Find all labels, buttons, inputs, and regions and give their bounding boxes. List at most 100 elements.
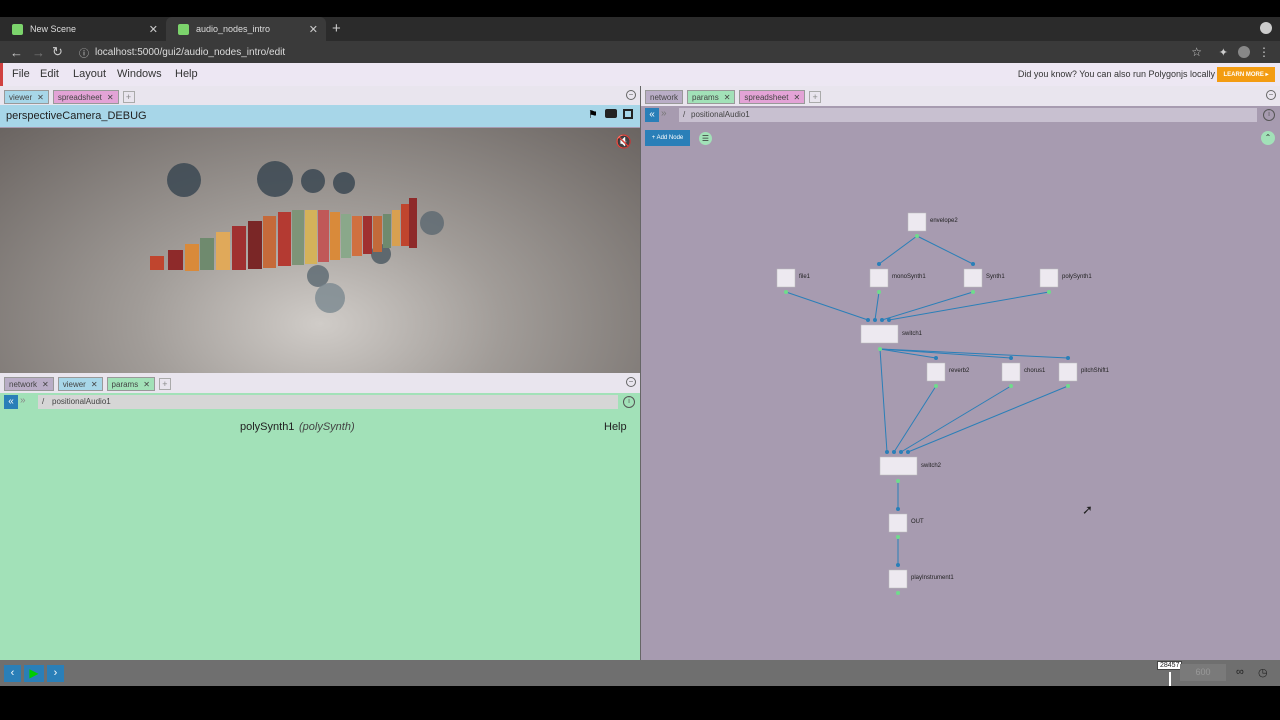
tab-label: viewer: [9, 92, 33, 102]
node-pitchshift1[interactable]: pitchShift1: [1081, 368, 1109, 374]
close-tab-icon[interactable]: ✕: [309, 23, 318, 36]
close-icon[interactable]: ✕: [91, 380, 98, 389]
params-path-bar: « » / positionalAudio1 i: [0, 393, 640, 412]
menu-file[interactable]: File: [12, 68, 30, 80]
panel-divider[interactable]: [640, 86, 641, 660]
help-link[interactable]: Help: [604, 421, 627, 433]
tab-network[interactable]: network: [645, 90, 684, 104]
forward-icon[interactable]: »: [20, 395, 26, 406]
browser-tab-new-scene[interactable]: New Scene ✕: [0, 17, 166, 41]
node-switch2[interactable]: switch2: [921, 463, 941, 469]
path-separator: /: [683, 110, 686, 119]
profile-menu-icon[interactable]: [1260, 22, 1272, 34]
tab-network[interactable]: network ✕: [4, 377, 54, 391]
browser-tab-title: New Scene: [30, 24, 77, 34]
next-frame-button[interactable]: ›: [47, 665, 64, 682]
flag-icon[interactable]: ⚑: [588, 108, 598, 121]
params-panel: polySynth1 (polySynth) Help: [0, 412, 640, 660]
panel-collapse-icon[interactable]: −: [626, 90, 636, 100]
node-envelope2[interactable]: envelope2: [930, 218, 958, 224]
node-name: polySynth1: [240, 421, 295, 433]
polygonjs-favicon-icon: [178, 23, 189, 35]
back-icon[interactable]: «: [645, 108, 659, 122]
menu-help[interactable]: Help: [175, 68, 198, 80]
close-tab-icon[interactable]: ✕: [149, 23, 158, 36]
new-tab-button[interactable]: +: [332, 17, 341, 41]
right-tabs: network params ✕ spreadsheet ✕ +: [641, 87, 822, 107]
clock-icon[interactable]: ◷: [1258, 666, 1268, 679]
node-chorus1[interactable]: chorus1: [1024, 368, 1045, 374]
info-icon[interactable]: i: [623, 396, 635, 408]
forward-icon[interactable]: »: [661, 108, 667, 119]
node-synth1[interactable]: Synth1: [986, 274, 1005, 280]
network-path-bar: « » / positionalAudio1 i: [641, 106, 1280, 125]
forward-icon[interactable]: →: [32, 45, 45, 60]
network-editor[interactable]: + Add Node ☰ ⌃ envelope2 file1 monoSynth…: [641, 125, 1280, 660]
left-top-tabs: viewer ✕ spreadsheet ✕ +: [0, 87, 135, 107]
learn-more-button[interactable]: LEARN MORE ▸: [1217, 67, 1275, 82]
browser-tab-title: audio_nodes_intro: [196, 24, 271, 34]
url-field[interactable]: localhost:5000/gui2/audio_nodes_intro/ed…: [95, 47, 285, 58]
fullscreen-icon[interactable]: [623, 109, 633, 119]
bookmark-star-icon[interactable]: ☆: [1191, 45, 1202, 59]
back-icon[interactable]: ←: [10, 45, 23, 60]
node-playinstrument1[interactable]: playInstrument1: [911, 575, 954, 581]
menu-windows[interactable]: Windows: [117, 68, 162, 80]
tab-viewer[interactable]: viewer ✕: [57, 377, 103, 391]
panel-collapse-icon[interactable]: −: [626, 377, 636, 387]
info-icon[interactable]: i: [1263, 109, 1275, 121]
screen-bottom-bar: [0, 686, 1280, 720]
node-file1[interactable]: file1: [799, 274, 810, 280]
path-text: positionalAudio1: [691, 110, 750, 119]
more-menu-icon[interactable]: ⋮: [1258, 45, 1270, 59]
tab-spreadsheet[interactable]: spreadsheet ✕: [52, 90, 119, 104]
tab-params[interactable]: params ✕: [687, 90, 736, 104]
menu-layout[interactable]: Layout: [73, 68, 106, 80]
extensions-icon[interactable]: ✦: [1219, 46, 1228, 59]
node-polysynth1[interactable]: polySynth1: [1062, 274, 1092, 280]
camera-icon[interactable]: [605, 109, 617, 118]
end-frame-field[interactable]: 600: [1180, 664, 1226, 681]
tab-viewer[interactable]: viewer ✕: [4, 90, 49, 104]
close-icon[interactable]: ✕: [107, 93, 114, 102]
tab-label: network: [9, 379, 38, 389]
mute-icon[interactable]: 🔇: [616, 134, 632, 150]
panel-collapse-icon[interactable]: −: [1266, 90, 1276, 100]
close-icon[interactable]: ✕: [143, 380, 150, 389]
close-icon[interactable]: ✕: [42, 380, 49, 389]
info-icon[interactable]: ⓘ: [79, 45, 89, 60]
3d-viewport[interactable]: 🔇: [0, 128, 640, 373]
node-graph: [776, 212, 1078, 595]
node-switch1[interactable]: switch1: [902, 331, 922, 337]
tab-label: spreadsheet: [744, 92, 789, 102]
connections: [785, 235, 1069, 565]
close-icon[interactable]: ✕: [793, 93, 800, 102]
close-icon[interactable]: ✕: [724, 93, 731, 102]
back-icon[interactable]: «: [4, 395, 18, 409]
left-bottom-tabs: network ✕ viewer ✕ params ✕ +: [0, 374, 171, 394]
prev-frame-button[interactable]: ‹: [4, 665, 21, 682]
path-text: positionalAudio1: [52, 397, 111, 406]
add-tab-button[interactable]: +: [158, 378, 171, 390]
path-field[interactable]: / positionalAudio1: [679, 108, 1257, 122]
menu-edit[interactable]: Edit: [40, 68, 59, 80]
polygonjs-favicon-icon: [12, 23, 23, 35]
add-tab-button[interactable]: +: [122, 91, 135, 103]
node-outputs: [784, 234, 1070, 595]
frame-marker[interactable]: [1169, 672, 1171, 686]
tab-params[interactable]: params ✕: [106, 377, 155, 391]
node-monosynth1[interactable]: monoSynth1: [892, 274, 926, 280]
node-out[interactable]: OUT: [911, 519, 924, 525]
account-icon[interactable]: [1238, 46, 1250, 58]
node-reverb2[interactable]: reverb2: [949, 368, 969, 374]
play-button[interactable]: ▶: [24, 665, 44, 682]
tab-label: spreadsheet: [57, 92, 102, 102]
reload-icon[interactable]: ↻: [52, 44, 63, 60]
close-icon[interactable]: ✕: [37, 93, 44, 102]
tab-spreadsheet[interactable]: spreadsheet ✕: [739, 90, 806, 104]
path-field[interactable]: / positionalAudio1: [38, 395, 618, 409]
browser-tab-audio-nodes[interactable]: audio_nodes_intro ✕: [166, 17, 326, 41]
add-tab-button[interactable]: +: [809, 91, 822, 103]
loop-icon[interactable]: ∞: [1236, 666, 1244, 678]
camera-name: perspectiveCamera_DEBUG: [6, 110, 147, 122]
